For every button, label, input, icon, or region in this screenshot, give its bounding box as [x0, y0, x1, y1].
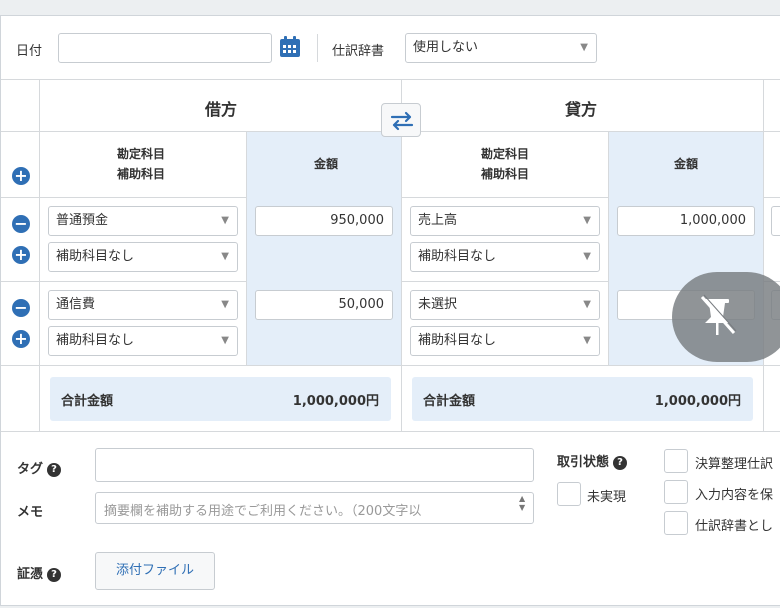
closing-checkbox[interactable] [664, 449, 688, 473]
extra-input[interactable] [771, 206, 780, 236]
help-icon: ? [613, 456, 628, 470]
evidence-label: 証憑? [17, 563, 62, 582]
save-dict-checkbox[interactable] [664, 511, 688, 535]
dict-label: 仕訳辞書 [332, 44, 385, 59]
debit-sub-select[interactable]: 補助科目なし ▼ [48, 242, 238, 272]
debit-account-select[interactable]: 普通預金 ▼ [48, 206, 238, 236]
caret-down-icon: ▼ [580, 42, 588, 53]
credit-sub-select[interactable]: 補助科目なし ▼ [410, 242, 600, 272]
unpin-icon [700, 294, 737, 335]
help-icon: ? [47, 463, 62, 477]
add-row-icon[interactable]: + [12, 330, 30, 348]
save-dict-label: 仕訳辞書とし [695, 519, 774, 534]
date-label: 日付 [16, 44, 43, 59]
unrealized-checkbox[interactable] [557, 482, 581, 506]
debit-account-header: 勘定科目 補助科目 [116, 147, 165, 181]
debit-total: 合計金額 1,000,000円 [50, 377, 391, 421]
add-row-icon[interactable]: + [12, 246, 30, 264]
debit-account-select[interactable]: 通信費 ▼ [48, 290, 238, 320]
credit-amount-input[interactable]: 1,000,000 [617, 206, 755, 236]
debit-amount-input[interactable]: 950,000 [255, 206, 393, 236]
caret-down-icon: ▼ [583, 215, 591, 226]
credit-amount-header: 金額 [673, 157, 698, 171]
caret-down-icon: ▼ [583, 251, 591, 262]
credit-account-header: 勘定科目 補助科目 [480, 147, 529, 181]
date-input[interactable] [58, 33, 272, 63]
remove-row-icon[interactable]: − [12, 215, 30, 233]
dict-select-value: 使用しない [413, 40, 479, 55]
swap-button[interactable] [381, 103, 421, 137]
caret-down-icon: ▼ [221, 251, 229, 262]
credit-account-select[interactable]: 未選択 ▼ [410, 290, 600, 320]
add-row-icon[interactable]: + [12, 167, 30, 185]
credit-account-select[interactable]: 売上高 ▼ [410, 206, 600, 236]
unrealized-label: 未実現 [587, 490, 627, 505]
credit-total: 合計金額 1,000,000円 [412, 377, 753, 421]
memo-label: メモ [17, 505, 44, 520]
debit-amount-input[interactable]: 50,000 [255, 290, 393, 320]
attach-file-button[interactable]: 添付ファイル [95, 552, 215, 590]
caret-down-icon: ▼ [583, 299, 591, 310]
memo-textarea[interactable]: 摘要欄を補助する用途でご利用ください。（200文字以 [95, 492, 534, 524]
caret-down-icon: ▼ [221, 299, 229, 310]
dict-select[interactable]: 使用しない ▼ [405, 33, 597, 63]
caret-down-icon: ▼ [221, 215, 229, 226]
keep-input-checkbox[interactable] [664, 480, 688, 504]
caret-down-icon: ▼ [583, 335, 591, 346]
tag-label: タグ? [17, 458, 62, 477]
credit-sub-select[interactable]: 補助科目なし ▼ [410, 326, 600, 356]
tag-input[interactable] [95, 448, 534, 482]
caret-down-icon: ▼ [221, 335, 229, 346]
debit-title: 借方 [204, 100, 237, 119]
closing-label: 決算整理仕訳 [695, 457, 774, 472]
resize-handle-icon[interactable]: ▲ ▼ [519, 494, 525, 512]
status-label: 取引状態? [557, 451, 628, 470]
debit-amount-header: 金額 [313, 157, 338, 171]
help-icon: ? [47, 568, 62, 582]
journal-entry-panel: 日付 仕訳辞書 使用しない ▼ 借方 貸方 + 勘定科目 補助科目 金額 勘定科… [0, 15, 780, 606]
debit-sub-select[interactable]: 補助科目なし ▼ [48, 326, 238, 356]
divider [317, 34, 318, 62]
unpin-button[interactable] [672, 272, 780, 362]
remove-row-icon[interactable]: − [12, 299, 30, 317]
keep-input-label: 入力内容を保 [695, 488, 774, 503]
swap-arrows-icon [390, 111, 414, 131]
credit-title: 貸方 [564, 100, 597, 119]
calendar-icon[interactable] [279, 36, 301, 62]
